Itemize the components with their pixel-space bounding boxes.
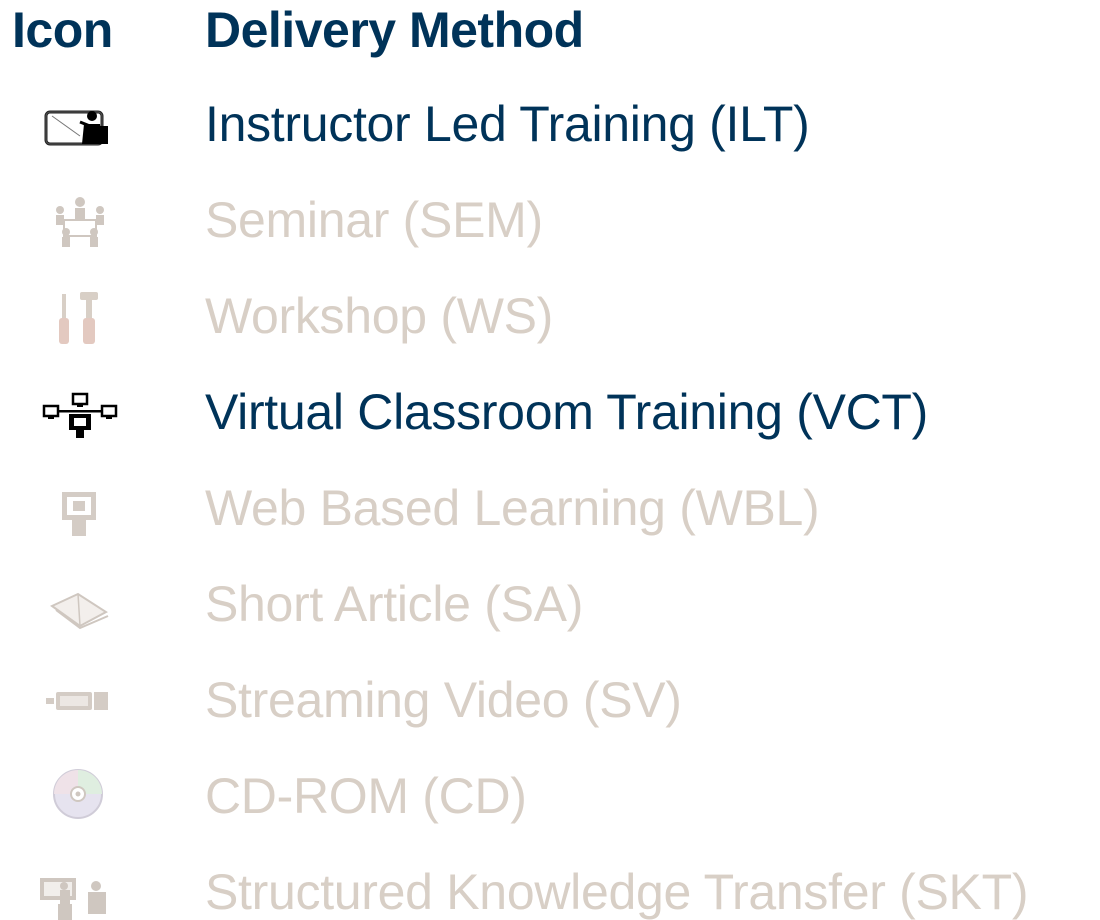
instructor-icon [40, 96, 120, 156]
delivery-method-label: CD-ROM (CD) [205, 768, 527, 824]
table-row: CD-ROM (CD) [0, 750, 1100, 846]
seminar-icon [40, 192, 120, 252]
book-icon [40, 576, 120, 636]
table-row: Streaming Video (SV) [0, 654, 1100, 750]
delivery-method-label: Instructor Led Training (ILT) [205, 96, 810, 152]
delivery-method-column-header: Delivery Method [205, 2, 584, 58]
delivery-method-label: Seminar (SEM) [205, 192, 543, 248]
delivery-method-label: Virtual Classroom Training (VCT) [205, 384, 929, 440]
table-row: Virtual Classroom Training (VCT) [0, 366, 1100, 462]
delivery-method-label: Streaming Video (SV) [205, 672, 682, 728]
delivery-methods-page: Icon Delivery Method Instructor Led Trai… [0, 0, 1100, 920]
table-row: Seminar (SEM) [0, 174, 1100, 270]
delivery-method-label: Web Based Learning (WBL) [205, 480, 820, 536]
web-screen-icon [40, 480, 120, 540]
table-row: Short Article (SA) [0, 558, 1100, 654]
delivery-method-label: Short Article (SA) [205, 576, 584, 632]
tools-icon [40, 288, 120, 348]
table-row: Structured Knowledge Transfer (SKT) [0, 846, 1100, 920]
camera-icon [40, 672, 120, 732]
icon-column-header: Icon [12, 2, 113, 58]
network-icon [40, 384, 120, 444]
table-header: Icon Delivery Method [0, 0, 1100, 60]
table-row: Instructor Led Training (ILT) [0, 78, 1100, 174]
cd-icon [40, 768, 120, 828]
delivery-method-label: Structured Knowledge Transfer (SKT) [205, 864, 1029, 920]
knowledge-transfer-icon [40, 864, 120, 920]
table-row: Workshop (WS) [0, 270, 1100, 366]
table-row: Web Based Learning (WBL) [0, 462, 1100, 558]
delivery-method-label: Workshop (WS) [205, 288, 554, 344]
